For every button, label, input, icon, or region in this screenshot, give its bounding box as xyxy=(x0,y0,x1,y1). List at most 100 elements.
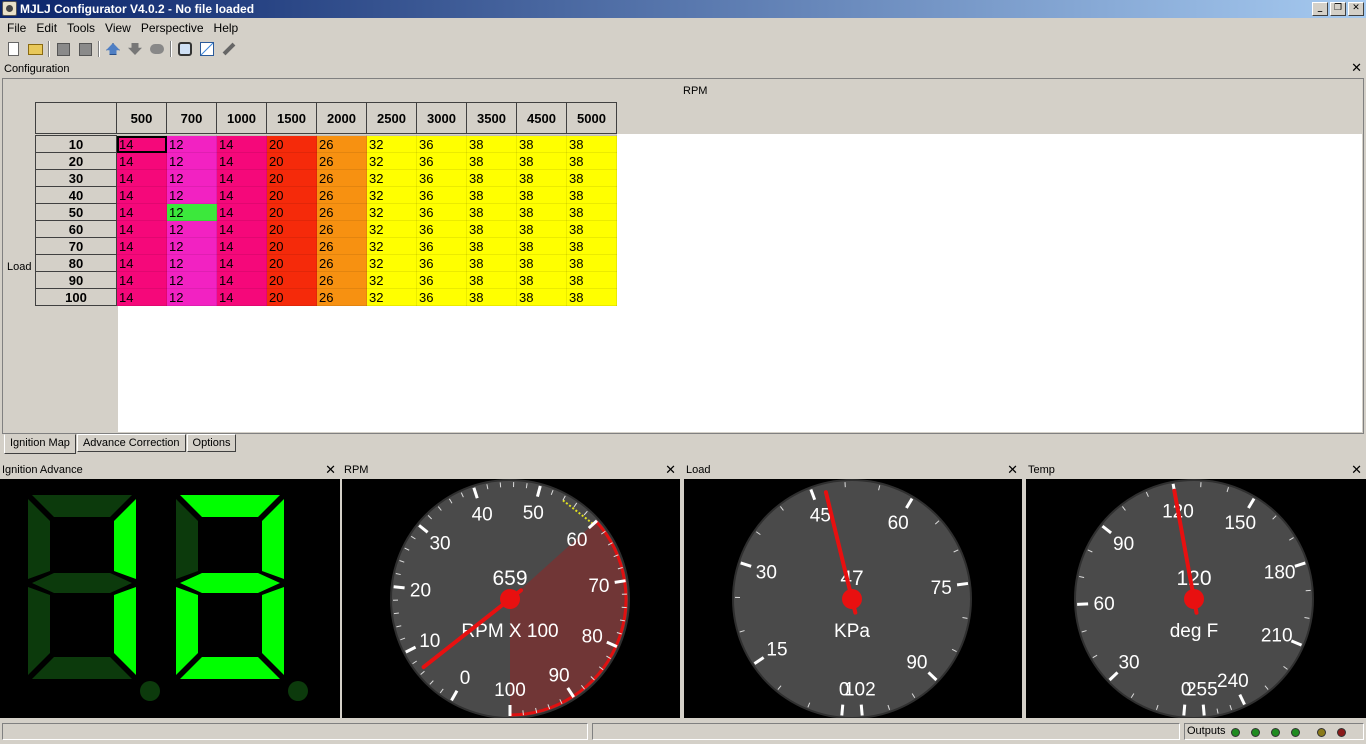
map-cell[interactable]: 26 xyxy=(316,203,367,221)
map-cell[interactable]: 38 xyxy=(566,288,617,306)
map-cell[interactable]: 38 xyxy=(466,203,517,221)
download-button[interactable] xyxy=(126,40,144,58)
map-cell[interactable]: 36 xyxy=(416,169,467,187)
map-cell[interactable]: 12 xyxy=(166,220,217,238)
map-cell[interactable]: 38 xyxy=(516,169,567,187)
map-cell[interactable]: 32 xyxy=(366,237,417,255)
map-cell[interactable]: 14 xyxy=(216,254,267,272)
ignition-advance-close-button[interactable]: ✕ xyxy=(325,462,336,479)
map-cell[interactable]: 38 xyxy=(516,152,567,170)
map-cell[interactable]: 32 xyxy=(366,152,417,170)
map-cell[interactable]: 36 xyxy=(416,237,467,255)
map-cell[interactable]: 14 xyxy=(216,203,267,221)
menu-edit[interactable]: Edit xyxy=(31,18,62,38)
map-cell[interactable]: 38 xyxy=(516,203,567,221)
tab-advance-correction[interactable]: Advance Correction xyxy=(76,434,186,452)
map-cell[interactable]: 32 xyxy=(366,203,417,221)
map-cell[interactable]: 32 xyxy=(366,271,417,289)
map-cell[interactable]: 14 xyxy=(116,186,167,204)
map-cell[interactable]: 14 xyxy=(116,254,167,272)
map-cell[interactable]: 36 xyxy=(416,271,467,289)
map-cell[interactable]: 26 xyxy=(316,135,367,153)
map-cell[interactable]: 20 xyxy=(266,237,317,255)
map-cell[interactable]: 12 xyxy=(166,135,217,153)
map-cell[interactable]: 12 xyxy=(166,271,217,289)
map-cell[interactable]: 14 xyxy=(116,152,167,170)
map-cell[interactable]: 20 xyxy=(266,152,317,170)
map-cell[interactable]: 38 xyxy=(466,237,517,255)
map-cell[interactable]: 12 xyxy=(166,288,217,306)
menu-perspective[interactable]: Perspective xyxy=(136,18,209,38)
save-button[interactable] xyxy=(54,40,72,58)
temp-close-button[interactable]: ✕ xyxy=(1351,462,1362,479)
map-cell[interactable]: 36 xyxy=(416,203,467,221)
map-cell[interactable]: 12 xyxy=(166,152,217,170)
minimize-button[interactable]: _ xyxy=(1312,2,1328,16)
map-cell[interactable]: 26 xyxy=(316,186,367,204)
map-cell[interactable]: 38 xyxy=(516,186,567,204)
map-cell[interactable]: 38 xyxy=(566,135,617,153)
map-cell[interactable]: 36 xyxy=(416,135,467,153)
close-button[interactable]: ✕ xyxy=(1348,2,1364,16)
map-cell[interactable]: 12 xyxy=(166,169,217,187)
map-cell[interactable]: 14 xyxy=(116,203,167,221)
tab-options[interactable]: Options xyxy=(186,434,237,452)
map-cell[interactable]: 14 xyxy=(116,288,167,306)
map-cell[interactable]: 26 xyxy=(316,220,367,238)
map-cell[interactable]: 14 xyxy=(116,237,167,255)
map-cell[interactable]: 14 xyxy=(216,186,267,204)
configure-button[interactable] xyxy=(176,40,194,58)
save-as-button[interactable] xyxy=(76,40,94,58)
tab-ignition-map[interactable]: Ignition Map xyxy=(4,434,76,454)
menu-tools[interactable]: Tools xyxy=(62,18,100,38)
map-cell[interactable]: 20 xyxy=(266,271,317,289)
map-cell[interactable]: 20 xyxy=(266,288,317,306)
map-cell[interactable]: 32 xyxy=(366,135,417,153)
map-cell[interactable]: 36 xyxy=(416,288,467,306)
map-cell[interactable]: 14 xyxy=(216,237,267,255)
open-file-button[interactable] xyxy=(26,40,44,58)
map-cell[interactable]: 32 xyxy=(366,220,417,238)
configuration-close-button[interactable]: ✕ xyxy=(1351,60,1362,78)
map-cell[interactable]: 32 xyxy=(366,254,417,272)
map-cell[interactable]: 20 xyxy=(266,220,317,238)
map-cell[interactable]: 26 xyxy=(316,271,367,289)
map-cell[interactable]: 20 xyxy=(266,203,317,221)
map-cell[interactable]: 20 xyxy=(266,135,317,153)
map-cell[interactable]: 14 xyxy=(216,288,267,306)
chart-button[interactable] xyxy=(198,40,216,58)
map-cell[interactable]: 14 xyxy=(216,271,267,289)
map-cell[interactable]: 14 xyxy=(216,152,267,170)
load-close-button[interactable]: ✕ xyxy=(1007,462,1018,479)
map-cell[interactable]: 38 xyxy=(466,186,517,204)
map-cell[interactable]: 38 xyxy=(566,237,617,255)
new-file-button[interactable] xyxy=(4,40,22,58)
map-cell[interactable]: 38 xyxy=(566,220,617,238)
map-cell[interactable]: 26 xyxy=(316,237,367,255)
map-cell[interactable]: 38 xyxy=(466,169,517,187)
map-cell[interactable]: 38 xyxy=(516,288,567,306)
map-cell[interactable]: 36 xyxy=(416,152,467,170)
map-cell[interactable]: 32 xyxy=(366,186,417,204)
map-cell[interactable]: 12 xyxy=(166,186,217,204)
menu-file[interactable]: File xyxy=(2,18,31,38)
map-cell[interactable]: 14 xyxy=(216,220,267,238)
map-cell[interactable]: 38 xyxy=(566,271,617,289)
map-cell[interactable]: 38 xyxy=(466,152,517,170)
map-cell[interactable]: 26 xyxy=(316,288,367,306)
map-cell[interactable]: 38 xyxy=(466,271,517,289)
burn-button[interactable] xyxy=(148,40,166,58)
map-cell[interactable]: 26 xyxy=(316,254,367,272)
map-cell[interactable]: 38 xyxy=(516,237,567,255)
map-cell[interactable]: 38 xyxy=(466,288,517,306)
map-cell[interactable]: 38 xyxy=(566,186,617,204)
map-cell[interactable]: 38 xyxy=(516,135,567,153)
map-cell[interactable]: 38 xyxy=(566,169,617,187)
map-cell[interactable]: 36 xyxy=(416,186,467,204)
map-cell[interactable]: 38 xyxy=(516,220,567,238)
rpm-close-button[interactable]: ✕ xyxy=(665,462,676,479)
map-cell[interactable]: 20 xyxy=(266,254,317,272)
restore-button[interactable]: ❐ xyxy=(1330,2,1346,16)
map-cell[interactable]: 14 xyxy=(116,220,167,238)
map-cell[interactable]: 38 xyxy=(466,220,517,238)
